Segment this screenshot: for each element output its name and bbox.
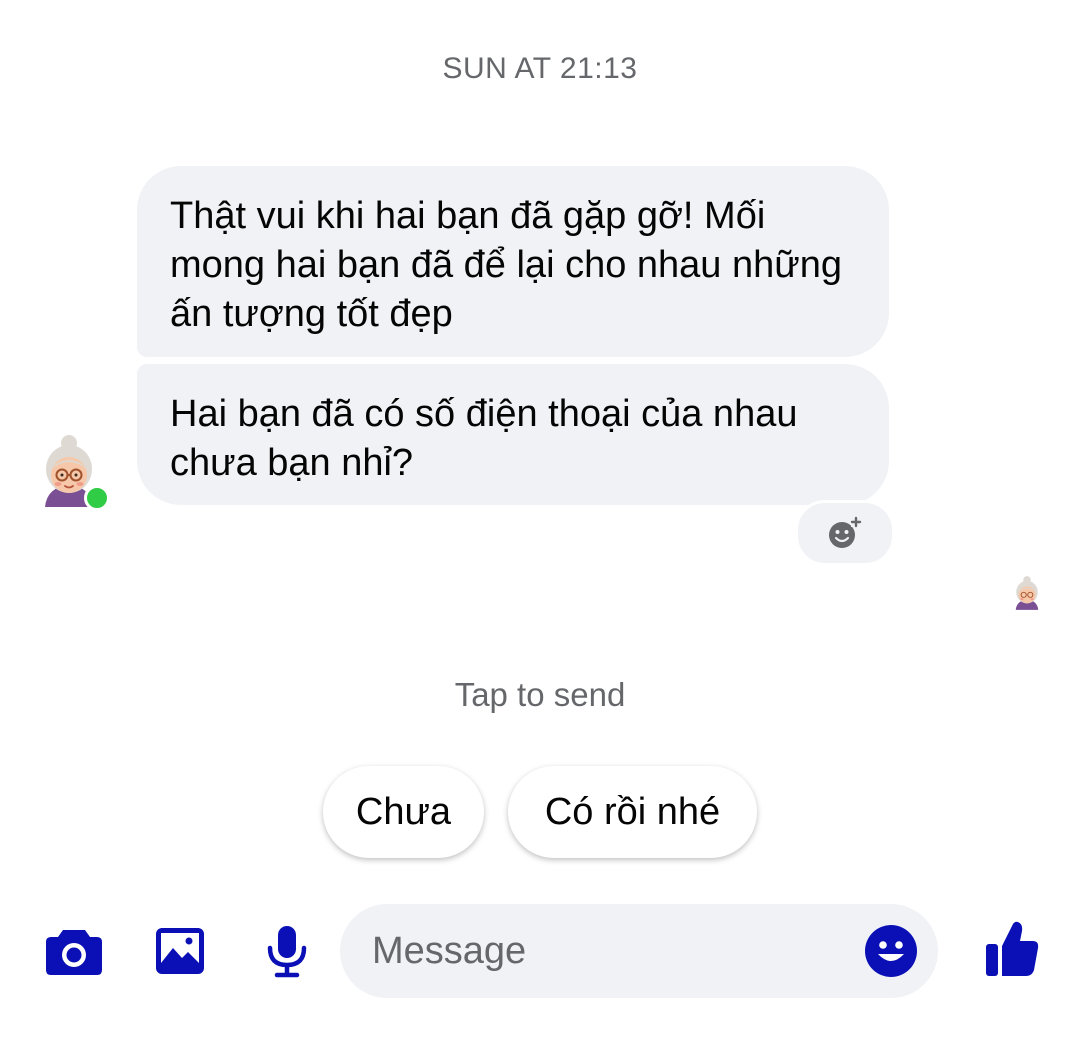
camera-icon[interactable] xyxy=(45,926,103,976)
message-input[interactable] xyxy=(372,904,842,998)
thumbs-up-icon[interactable] xyxy=(984,920,1040,978)
message-text: Hai bạn đã có số điện thoại của nhau chư… xyxy=(170,393,798,484)
message-bubble[interactable]: Hai bạn đã có số điện thoại của nhau chư… xyxy=(137,364,889,505)
message-text: Thật vui khi hai bạn đã gặp gỡ! Mối mong… xyxy=(170,195,842,335)
quick-reply-chua[interactable]: Chưa xyxy=(323,766,484,858)
message-input-container xyxy=(340,904,938,998)
microphone-icon[interactable] xyxy=(265,924,309,978)
message-bubble[interactable]: Thật vui khi hai bạn đã gặp gỡ! Mối mong… xyxy=(137,166,889,357)
add-reaction-icon xyxy=(829,516,862,548)
quick-reply-co-roi-nhe[interactable]: Có rồi nhé xyxy=(508,766,757,858)
emoji-icon[interactable] xyxy=(864,924,918,978)
seen-by-avatar-icon xyxy=(1015,576,1039,610)
image-icon[interactable] xyxy=(154,926,206,976)
message-timestamp: SUN AT 21:13 xyxy=(442,52,638,85)
quick-reply-hint: Tap to send xyxy=(454,676,626,713)
add-reaction-button[interactable] xyxy=(795,500,895,566)
online-status-indicator xyxy=(84,485,110,511)
